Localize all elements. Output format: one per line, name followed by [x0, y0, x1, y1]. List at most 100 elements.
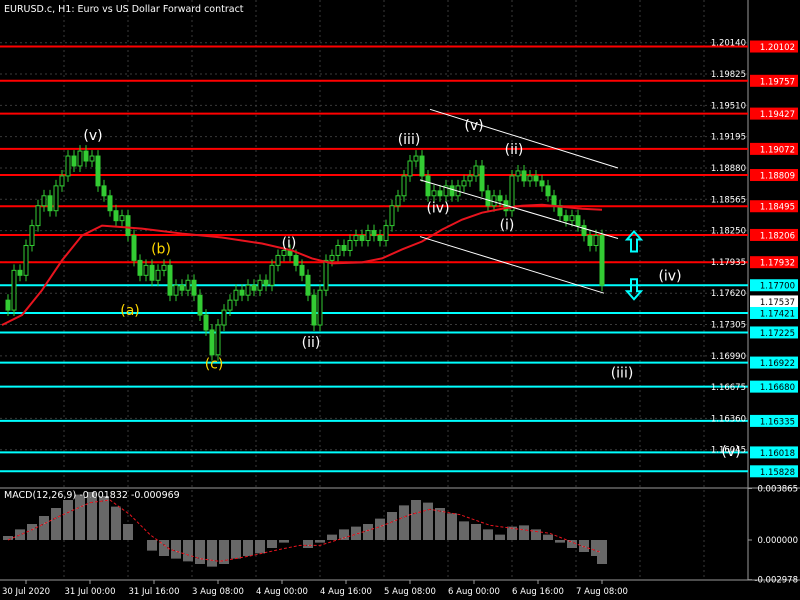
candle-body: [353, 235, 359, 242]
wave-label: (ii): [302, 335, 321, 351]
wave-label: (iii): [398, 132, 421, 148]
price-tick-label: 1.17620: [711, 289, 746, 299]
time-tick-label: 31 Jul 16:00: [129, 587, 180, 597]
time-tick-label: 7 Aug 08:00: [576, 587, 628, 597]
candle-body: [251, 284, 257, 291]
candle-body: [461, 180, 467, 187]
macd-signal-line: [7, 499, 601, 562]
candle-body: [113, 210, 119, 222]
candle-body: [491, 195, 497, 207]
candle-body: [317, 289, 323, 326]
candle-body: [5, 299, 11, 311]
price-tick-label: 1.16990: [711, 352, 746, 362]
candle-body: [341, 244, 347, 251]
level-price-label: 1.17225: [760, 329, 795, 339]
candle-body: [95, 155, 101, 187]
candle-body: [437, 190, 443, 197]
candle-body: [137, 259, 143, 276]
candle-body: [215, 324, 221, 356]
candle-body: [17, 269, 23, 276]
candle-body: [413, 155, 419, 162]
wave-label: (iv): [426, 201, 449, 217]
wave-label: (b): [151, 241, 171, 257]
time-tick-label: 4 Aug 16:00: [320, 587, 372, 597]
candle-body: [347, 240, 353, 251]
candle-body: [497, 195, 503, 202]
wave-label: (a): [120, 303, 140, 319]
candle-body: [131, 235, 137, 261]
candle-body: [125, 215, 131, 237]
candle-body: [209, 329, 215, 356]
candle-body: [29, 225, 35, 246]
candle-body: [35, 205, 41, 227]
level-price-label: 1.17700: [760, 282, 795, 292]
price-tick-label: 1.16360: [711, 414, 746, 424]
arrow-down-icon: [624, 278, 644, 301]
candle-body: [83, 150, 89, 162]
candle-body: [155, 269, 161, 281]
price-tick-label: 1.19195: [711, 133, 746, 143]
candle-body: [305, 274, 311, 296]
candle-body: [419, 155, 425, 177]
candle-body: [179, 284, 185, 291]
candle-body: [509, 175, 515, 212]
candle-body: [149, 264, 155, 281]
candle-body: [47, 195, 53, 212]
candle-body: [227, 299, 233, 311]
candle-body: [173, 284, 179, 296]
level-price-label: 1.16335: [760, 417, 795, 427]
candle-body: [329, 254, 335, 261]
level-price-label: 1.18809: [760, 172, 795, 182]
time-tick-label: 6 Aug 00:00: [448, 587, 500, 597]
candle-body: [203, 314, 209, 331]
candle-body: [161, 264, 167, 271]
time-tick-label: 31 Jul 00:00: [65, 587, 116, 597]
candle-body: [293, 254, 299, 266]
price-tick-label: 1.19510: [711, 101, 746, 111]
candle-body: [515, 170, 521, 177]
level-price-label: 1.16018: [760, 449, 795, 459]
candle-body: [185, 279, 191, 291]
level-price-label: 1.17932: [760, 259, 795, 269]
candle-body: [467, 175, 473, 182]
candle-body: [77, 150, 83, 167]
candle-body: [143, 264, 149, 276]
price-tick-label: 1.16675: [711, 383, 746, 393]
candle-body: [425, 175, 431, 197]
candle-body: [581, 225, 587, 237]
candle-body: [191, 279, 197, 296]
candle-body: [527, 175, 533, 182]
candle-body: [101, 185, 107, 197]
candle-body: [449, 185, 455, 197]
candle-body: [335, 244, 341, 256]
candle-body: [377, 235, 383, 242]
macd-tick-label: -0.002978: [754, 576, 798, 586]
candle-body: [575, 215, 581, 227]
candle-body: [263, 279, 269, 286]
price-tick-label: 1.18880: [711, 164, 746, 174]
level-price-label: 1.16680: [760, 383, 795, 393]
wave-label: (c): [205, 357, 224, 373]
level-price-label: 1.17537: [760, 298, 795, 308]
chart-svg: EURUSD.c, H1: Euro vs US Dollar Forward …: [0, 0, 800, 597]
wave-label: (iii): [611, 366, 634, 382]
candle-body: [371, 230, 377, 237]
time-tick-label: 3 Aug 08:00: [192, 587, 244, 597]
candle-body: [257, 279, 263, 291]
candle-body: [53, 185, 59, 212]
candle-body: [401, 175, 407, 197]
candle-body: [479, 165, 485, 192]
candle-body: [365, 230, 371, 242]
macd-tick-label: 0.003865: [757, 484, 798, 494]
level-price-label: 1.18495: [760, 203, 795, 213]
level-price-label: 1.19072: [760, 145, 795, 155]
candle-body: [11, 269, 17, 311]
candle-body: [269, 264, 275, 286]
level-price-label: 1.15828: [760, 468, 795, 478]
level-price-label: 1.16922: [760, 359, 795, 369]
wave-label: (i): [500, 218, 515, 234]
chart-title: EURUSD.c, H1: Euro vs US Dollar Forward …: [4, 4, 244, 15]
candle-body: [197, 294, 203, 316]
candle-body: [311, 294, 317, 326]
wave-label: (ii): [505, 142, 524, 158]
